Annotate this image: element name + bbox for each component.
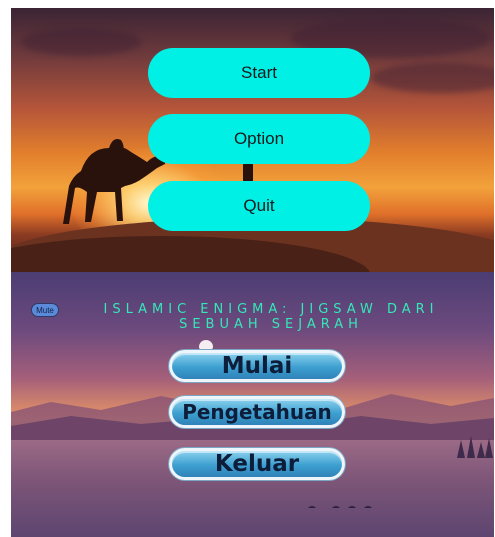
moon-icon bbox=[199, 340, 213, 350]
ducks-icon bbox=[308, 506, 372, 508]
option-button[interactable]: Option bbox=[148, 114, 370, 164]
game-title-line2: SEBUAH SEJARAH bbox=[179, 317, 363, 332]
start-menu-screen: Start Option Quit bbox=[11, 8, 494, 272]
cloud bbox=[21, 28, 141, 56]
mute-button[interactable]: Mute bbox=[31, 303, 59, 317]
mulai-button[interactable]: Mulai bbox=[169, 350, 345, 382]
quit-button[interactable]: Quit bbox=[148, 181, 370, 231]
keluar-button[interactable]: Keluar bbox=[169, 448, 345, 480]
pengetahuan-button[interactable]: Pengetahuan bbox=[169, 396, 345, 428]
cloud bbox=[371, 63, 494, 93]
game-title-line1: ISLAMIC ENIGMA: JIGSAW DARI bbox=[103, 302, 439, 317]
main-menu-screen: Mute ISLAMIC ENIGMA: JIGSAW DARI SEBUAH … bbox=[11, 272, 494, 537]
trees-icon bbox=[457, 436, 493, 458]
start-button[interactable]: Start bbox=[148, 48, 370, 98]
